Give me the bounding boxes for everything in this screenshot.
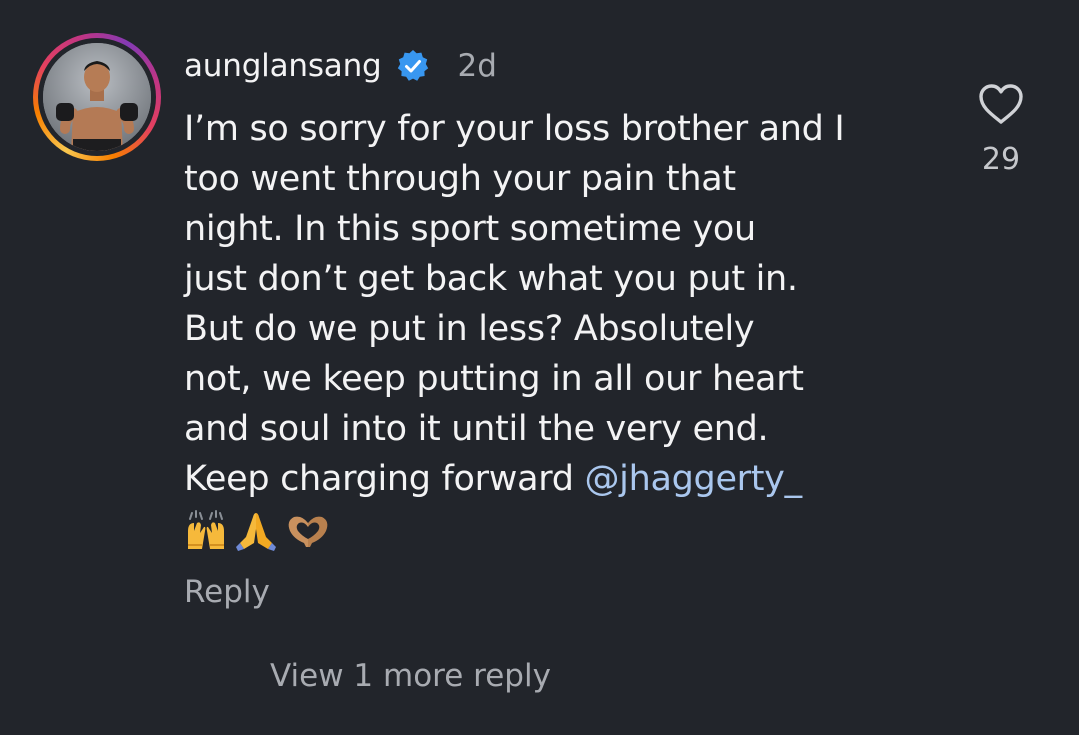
comment-body: I’m so sorry for your loss brother and I… bbox=[184, 104, 964, 504]
like-count: 29 bbox=[981, 142, 1021, 177]
comment-header: aunglansang 2d bbox=[184, 42, 497, 90]
emoji-row bbox=[184, 509, 338, 553]
username-link[interactable]: aunglansang bbox=[184, 48, 382, 84]
view-more-replies-button[interactable]: View 1 more reply bbox=[270, 658, 551, 694]
raising-hands-emoji bbox=[188, 510, 224, 549]
comment-text: Keep charging forward bbox=[184, 459, 585, 499]
reply-button[interactable]: Reply bbox=[184, 574, 270, 610]
avatar-photo bbox=[43, 43, 151, 151]
heart-outline-icon[interactable] bbox=[977, 82, 1025, 126]
comment-item: aunglansang 2d I’m so sorry for your los… bbox=[0, 0, 1079, 735]
comment-line: I’m so sorry for your loss brother and I bbox=[184, 109, 845, 149]
mention-link[interactable]: @jhaggerty_ bbox=[584, 459, 802, 499]
comment-line: But do we put in less? Absolutely bbox=[184, 309, 755, 349]
comment-line: and soul into it until the very end. bbox=[184, 409, 769, 449]
comment-line: not, we keep putting in all our heart bbox=[184, 359, 804, 399]
like-group: 29 bbox=[975, 82, 1027, 177]
comment-line: night. In this sport sometime you bbox=[184, 209, 756, 249]
folded-hands-emoji bbox=[236, 513, 276, 551]
heart-hands-emoji bbox=[288, 516, 328, 547]
comment-timestamp: 2d bbox=[457, 48, 497, 84]
comment-line: too went through your pain that bbox=[184, 159, 736, 199]
comment-line: just don’t get back what you put in. bbox=[184, 259, 798, 299]
comment-last-line: Keep charging forward @jhaggerty_ bbox=[184, 454, 964, 504]
verified-badge-icon bbox=[395, 48, 431, 84]
avatar[interactable] bbox=[33, 33, 161, 161]
